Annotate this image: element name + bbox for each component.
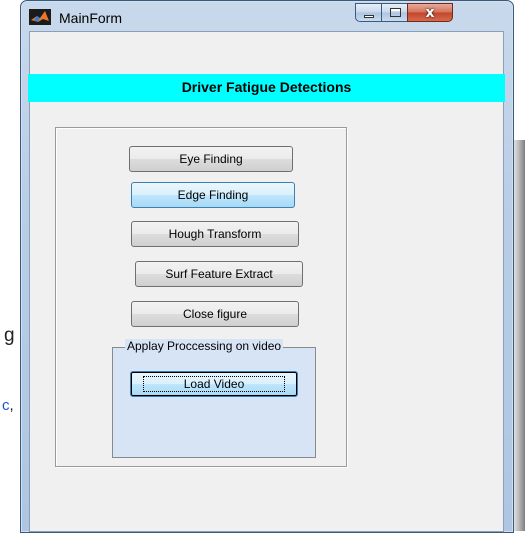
background-text-fragment: g [4, 325, 15, 346]
maximize-button[interactable] [381, 3, 408, 22]
video-group-label: Applay Proccessing on video [125, 339, 284, 353]
background-link-char: c [2, 397, 10, 414]
eye-finding-button[interactable]: Eye Finding [129, 146, 293, 172]
title-banner: Driver Fatigue Detections [28, 74, 505, 102]
maximize-icon [390, 8, 401, 17]
edge-finding-button[interactable]: Edge Finding [131, 182, 295, 208]
close-icon: x [425, 4, 435, 21]
close-button[interactable]: x [407, 3, 453, 22]
background-document-left [0, 0, 20, 531]
matlab-icon [29, 9, 51, 25]
window-controls: x [355, 3, 453, 23]
minimize-icon [364, 15, 374, 18]
surf-feature-extract-button[interactable]: Surf Feature Extract [135, 261, 303, 287]
close-figure-button[interactable]: Close figure [131, 301, 299, 327]
load-video-label: Load Video [142, 376, 286, 392]
minimize-button[interactable] [355, 3, 382, 22]
background-punct-char: , [9, 397, 14, 414]
load-video-button[interactable]: Load Video [130, 371, 298, 397]
client-area: Driver Fatigue Detections Eye Finding Ed… [28, 31, 505, 532]
mainform-window: MainForm x Driver Fatigue Detections Eye… [20, 0, 514, 533]
video-processing-group: Applay Proccessing on video [112, 339, 316, 458]
hough-transform-button[interactable]: Hough Transform [131, 221, 299, 247]
title-bar[interactable]: MainForm x [21, 1, 513, 31]
window-title: MainForm [59, 10, 123, 26]
banner-title: Driver Fatigue Detections [181, 79, 352, 95]
background-link-fragment: c, [2, 397, 14, 414]
